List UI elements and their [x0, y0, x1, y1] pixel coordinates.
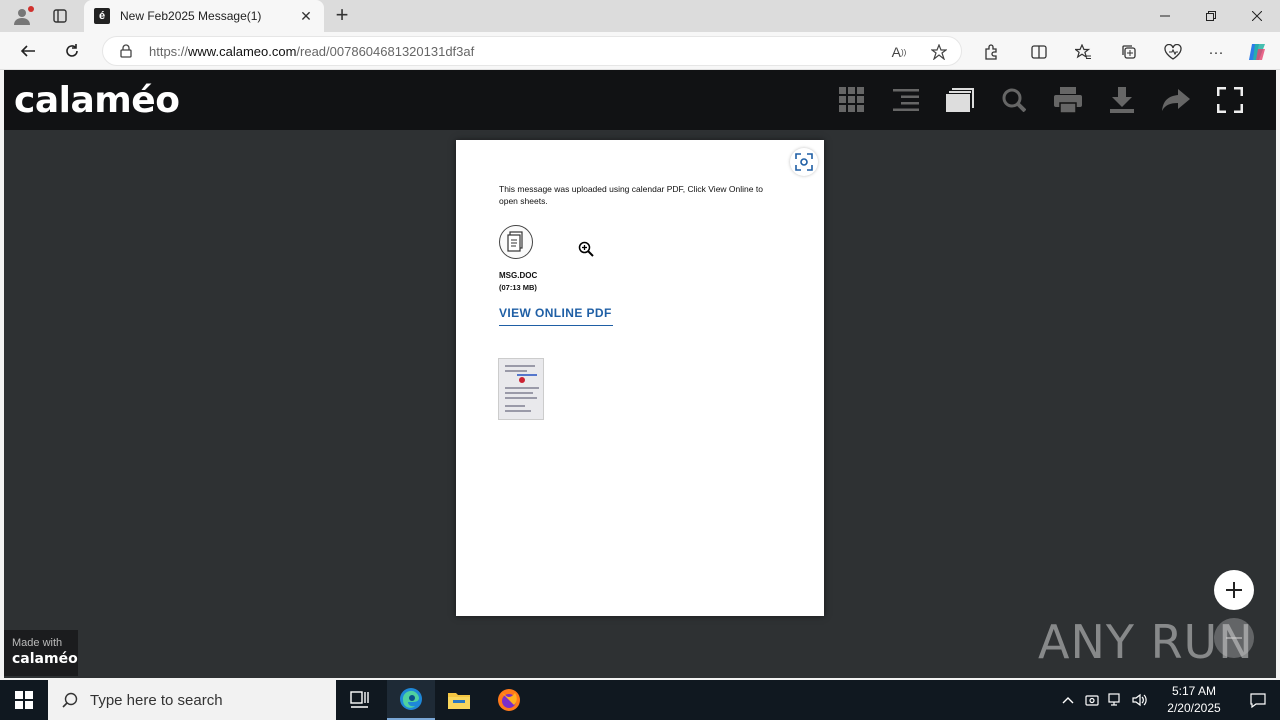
firefox-icon[interactable]: [485, 680, 533, 720]
more-options-icon[interactable]: ···: [1205, 41, 1227, 63]
new-tab-button[interactable]: +: [330, 4, 354, 28]
anyrun-watermark: ANY RUN: [1038, 615, 1254, 669]
refresh-icon[interactable]: [58, 37, 86, 65]
back-icon[interactable]: [14, 37, 42, 65]
task-view-icon[interactable]: [336, 680, 384, 720]
browser-tab[interactable]: é New Feb2025 Message(1) ✕: [84, 0, 324, 32]
browser-essentials-icon[interactable]: [1162, 41, 1184, 63]
document-icon[interactable]: [499, 225, 533, 259]
list-icon[interactable]: [890, 84, 922, 116]
tab-title: New Feb2025 Message(1): [120, 9, 262, 23]
show-hidden-icons-icon[interactable]: [1056, 680, 1080, 720]
url-text: https://www.calameo.com/read/00786046813…: [149, 44, 475, 59]
notifications-icon[interactable]: [1236, 680, 1280, 720]
collections-icon[interactable]: [1118, 41, 1140, 63]
download-icon[interactable]: [1106, 84, 1138, 116]
read-aloud-icon[interactable]: A)): [889, 42, 909, 62]
lock-icon: [120, 44, 132, 58]
browser-toolbar: https://www.calameo.com/read/00786046813…: [0, 32, 1280, 70]
address-bar[interactable]: https://www.calameo.com/read/00786046813…: [102, 36, 962, 66]
scan-qr-icon[interactable]: [790, 148, 818, 176]
favorites-icon[interactable]: [1072, 41, 1094, 63]
windows-start-icon[interactable]: [0, 680, 48, 720]
windows-taskbar: Type here to search 5:17 AM 2/20/2025: [0, 680, 1280, 720]
profile-icon[interactable]: [8, 4, 36, 28]
extensions-icon[interactable]: [980, 41, 1002, 63]
close-window-icon[interactable]: [1234, 0, 1280, 32]
document-page: This message was uploaded using calendar…: [456, 140, 824, 616]
print-icon[interactable]: [1052, 84, 1084, 116]
split-screen-icon[interactable]: [1028, 41, 1050, 63]
file-name: MSG.DOC: [499, 271, 538, 280]
close-tab-icon[interactable]: ✕: [298, 8, 314, 24]
search-icon[interactable]: [998, 84, 1030, 116]
file-size: (07:13 MB): [499, 283, 537, 292]
calameo-favicon-icon: é: [94, 8, 110, 24]
browser-tab-bar: é New Feb2025 Message(1) ✕ +: [0, 0, 1280, 32]
share-icon[interactable]: [1160, 84, 1192, 116]
file-explorer-icon[interactable]: [435, 680, 483, 720]
view-online-pdf-link[interactable]: VIEW ONLINE PDF: [499, 306, 613, 326]
copilot-icon[interactable]: [1246, 41, 1268, 63]
taskbar-search-placeholder: Type here to search: [90, 691, 223, 709]
tab-actions-icon[interactable]: [46, 4, 74, 28]
document-thumbnail[interactable]: [498, 358, 544, 420]
made-with-calameo-badge[interactable]: Made with calaméo: [4, 630, 78, 676]
taskbar-search-box[interactable]: Type here to search: [48, 680, 336, 720]
calameo-viewer: calaméo This message was uploaded using …: [4, 70, 1276, 678]
network-icon[interactable]: [1104, 680, 1128, 720]
zoom-in-cursor-icon: [578, 241, 594, 257]
viewer-top-bar: calaméo: [4, 70, 1276, 130]
upload-message: This message was uploaded using calendar…: [499, 184, 763, 206]
edge-taskbar-icon[interactable]: [387, 680, 435, 720]
minimize-icon[interactable]: [1142, 0, 1188, 32]
search-icon: [62, 692, 78, 708]
grid-icon[interactable]: [836, 84, 868, 116]
fullscreen-icon[interactable]: [1214, 84, 1246, 116]
system-clock[interactable]: 5:17 AM 2/20/2025: [1152, 683, 1236, 717]
restore-icon[interactable]: [1188, 0, 1234, 32]
meet-now-icon[interactable]: [1080, 680, 1104, 720]
zoom-in-button[interactable]: [1214, 570, 1254, 610]
favorite-star-icon[interactable]: [929, 42, 949, 62]
volume-icon[interactable]: [1128, 680, 1152, 720]
library-icon[interactable]: [944, 84, 976, 116]
calameo-logo[interactable]: calaméo: [14, 80, 180, 121]
